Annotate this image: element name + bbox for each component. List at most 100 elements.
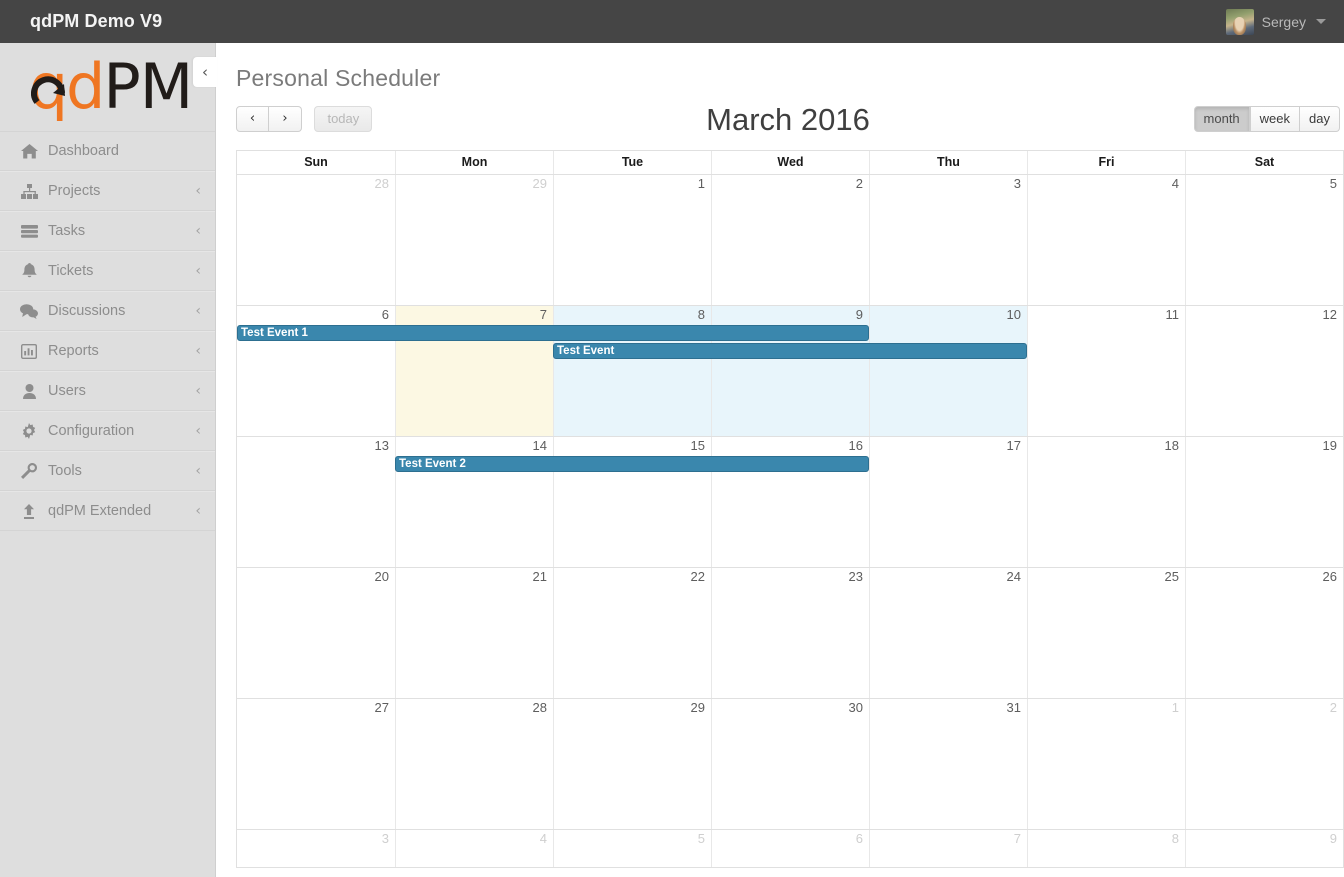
- day-header-wed: Wed: [711, 151, 869, 174]
- chevron-down-icon: [1316, 19, 1326, 24]
- sidebar-item-label: Tasks: [48, 223, 86, 239]
- sidebar: qdPM Dashboard Projects ‹ Tasks ‹ Ticket…: [0, 43, 216, 877]
- sidebar-item-qdpm-extended[interactable]: qdPM Extended ‹: [0, 491, 215, 531]
- chevron-left-icon: ‹: [195, 223, 201, 239]
- day-number: 25: [1164, 569, 1179, 584]
- calendar-day-cell[interactable]: 26: [1185, 568, 1343, 698]
- sidebar-item-label: qdPM Extended: [48, 503, 152, 519]
- calendar-day-cell[interactable]: 4: [1027, 175, 1185, 305]
- calendar-event[interactable]: Test Event: [553, 343, 1027, 359]
- calendar-day-cell[interactable]: 8: [1027, 830, 1185, 867]
- day-number: 1: [1171, 700, 1179, 715]
- calendar-day-cell[interactable]: 31: [869, 699, 1027, 829]
- day-number: 29: [532, 176, 547, 191]
- calendar-day-cell[interactable]: 29: [553, 699, 711, 829]
- sidebar-item-reports[interactable]: Reports ‹: [0, 331, 215, 371]
- user-menu[interactable]: Sergey: [1225, 0, 1326, 43]
- day-number: 30: [848, 700, 863, 715]
- day-number: 11: [1165, 307, 1180, 322]
- calendar-day-cell[interactable]: 3: [237, 830, 395, 867]
- day-number: 6: [855, 831, 863, 846]
- day-number: 15: [690, 438, 705, 453]
- sidebar-item-dashboard[interactable]: Dashboard: [0, 131, 215, 171]
- view-month-button[interactable]: month: [1193, 106, 1250, 132]
- app-logo[interactable]: qdPM: [0, 43, 215, 131]
- chevron-left-icon: ‹: [195, 423, 201, 439]
- calendar-day-cell[interactable]: 24: [869, 568, 1027, 698]
- view-week-button[interactable]: week: [1249, 106, 1301, 132]
- day-number: 18: [1164, 438, 1179, 453]
- day-number: 7: [1013, 831, 1021, 846]
- sidebar-item-projects[interactable]: Projects ‹: [0, 171, 215, 211]
- calendar-week-row: 3 4 5 6 7 8 9: [237, 830, 1343, 868]
- calendar-day-cell[interactable]: 18: [1027, 437, 1185, 567]
- calendar-day-cell[interactable]: 22: [553, 568, 711, 698]
- calendar-event[interactable]: Test Event 1: [237, 325, 869, 341]
- calendar-day-cell[interactable]: 11: [1027, 306, 1185, 436]
- calendar-day-cell[interactable]: 12: [1185, 306, 1343, 436]
- sidebar-item-configuration[interactable]: Configuration ‹: [0, 411, 215, 451]
- calendar-day-cell[interactable]: 13: [237, 437, 395, 567]
- calendar-event[interactable]: Test Event 2: [395, 456, 869, 472]
- day-number: 28: [532, 700, 547, 715]
- calendar-day-cell[interactable]: 17: [869, 437, 1027, 567]
- calendar-day-cell[interactable]: 19: [1185, 437, 1343, 567]
- day-number: 22: [690, 569, 705, 584]
- calendar-day-cell[interactable]: 2: [1185, 699, 1343, 829]
- day-number: 5: [697, 831, 705, 846]
- gear-icon: [18, 422, 40, 440]
- sidebar-item-tickets[interactable]: Tickets ‹: [0, 251, 215, 291]
- calendar-day-cell[interactable]: 27: [237, 699, 395, 829]
- calendar-day-cell[interactable]: 20: [237, 568, 395, 698]
- calendar-day-cell[interactable]: 29: [395, 175, 553, 305]
- calendar-week-row: 6 7 8 9 10 11 12 Test Event 1 Test Event: [237, 306, 1343, 437]
- logo-text-secondary: PM: [103, 50, 193, 123]
- calendar-day-cell[interactable]: 7: [869, 830, 1027, 867]
- day-number: 8: [697, 307, 705, 322]
- sidebar-item-label: Discussions: [48, 303, 126, 319]
- calendar-day-cell[interactable]: 1: [553, 175, 711, 305]
- chevron-left-icon: ‹: [202, 63, 208, 81]
- day-number: 19: [1322, 438, 1337, 453]
- bell-icon: [18, 262, 40, 280]
- day-number: 2: [855, 176, 863, 191]
- sidebar-item-label: Dashboard: [48, 143, 119, 159]
- calendar-day-cell[interactable]: 3: [869, 175, 1027, 305]
- calendar-day-cell[interactable]: 2: [711, 175, 869, 305]
- calendar-day-cell[interactable]: 25: [1027, 568, 1185, 698]
- calendar-day-cell[interactable]: 28: [237, 175, 395, 305]
- calendar-day-cell[interactable]: 23: [711, 568, 869, 698]
- day-header-sat: Sat: [1185, 151, 1343, 174]
- day-header-tue: Tue: [553, 151, 711, 174]
- sidebar-item-label: Users: [48, 383, 86, 399]
- calendar-day-cell[interactable]: 6: [711, 830, 869, 867]
- sidebar-item-label: Projects: [48, 183, 101, 199]
- calendar-day-cell[interactable]: 28: [395, 699, 553, 829]
- calendar-day-cell[interactable]: 21: [395, 568, 553, 698]
- sidebar-item-tools[interactable]: Tools ‹: [0, 451, 215, 491]
- view-day-button[interactable]: day: [1300, 106, 1340, 132]
- day-header-mon: Mon: [395, 151, 553, 174]
- day-number: 17: [1006, 438, 1021, 453]
- chevron-left-icon: ‹: [195, 383, 201, 399]
- calendar-day-cell[interactable]: 30: [711, 699, 869, 829]
- top-header-bar: qdPM Demo V9 Sergey: [0, 0, 1344, 43]
- chevron-left-icon: ‹: [195, 263, 201, 279]
- day-number: 3: [381, 831, 389, 846]
- calendar-day-cell[interactable]: 5: [553, 830, 711, 867]
- chevron-left-icon: ‹: [195, 463, 201, 479]
- circular-arrow-icon: [30, 64, 71, 104]
- calendar-day-cell[interactable]: 1: [1027, 699, 1185, 829]
- day-number: 7: [539, 307, 547, 322]
- sidebar-item-discussions[interactable]: Discussions ‹: [0, 291, 215, 331]
- day-number: 27: [374, 700, 389, 715]
- sidebar-item-tasks[interactable]: Tasks ‹: [0, 211, 215, 251]
- sidebar-item-users[interactable]: Users ‹: [0, 371, 215, 411]
- sidebar-collapse-button[interactable]: ‹: [193, 57, 217, 87]
- day-number: 29: [690, 700, 705, 715]
- calendar-day-cell[interactable]: 5: [1185, 175, 1343, 305]
- day-number: 28: [374, 176, 389, 191]
- calendar-day-cell[interactable]: 4: [395, 830, 553, 867]
- calendar-day-cell[interactable]: 9: [1185, 830, 1343, 867]
- calendar-day-cell[interactable]: 10: [869, 306, 1027, 436]
